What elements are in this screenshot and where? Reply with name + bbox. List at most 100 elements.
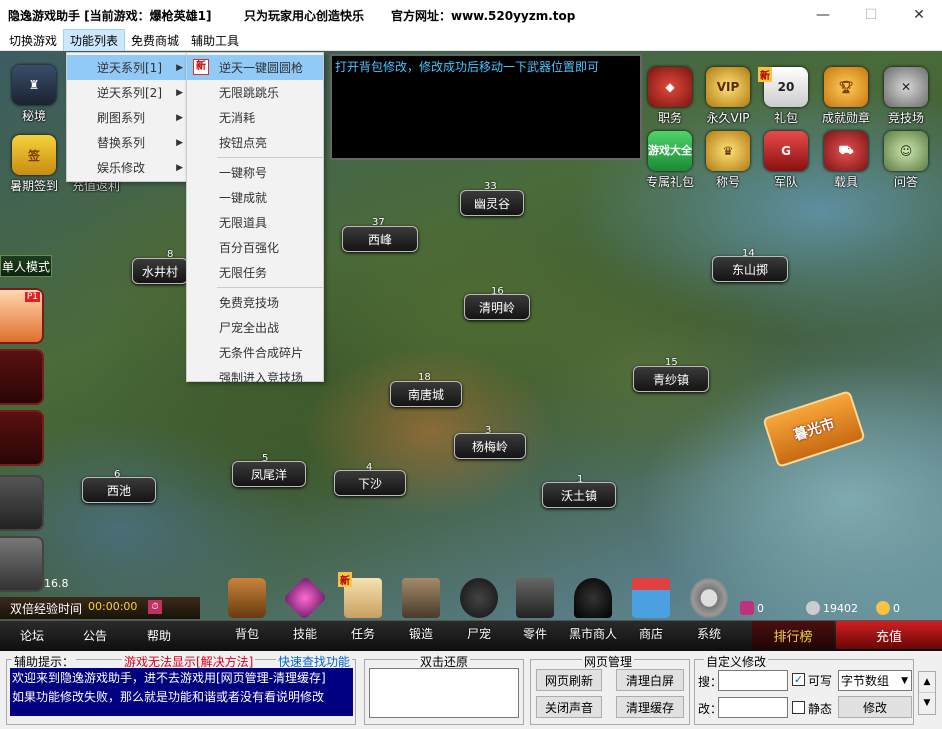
restore-list[interactable]	[369, 668, 519, 718]
chevron-up-icon[interactable]: ▲	[919, 672, 935, 693]
clear-white-screen-button[interactable]: 清理白屏	[616, 669, 684, 691]
edit-value-input[interactable]	[718, 697, 788, 718]
chevron-down-icon[interactable]: ▼	[919, 693, 935, 714]
submenu-item[interactable]: 按钮点亮	[187, 130, 323, 155]
zombie-icon: ☺	[884, 131, 928, 171]
spin-control[interactable]: ▲ ▼	[918, 671, 936, 715]
submenu-item[interactable]: 一键称号	[187, 160, 323, 185]
zombie-pet-label: 尸宠	[466, 627, 491, 641]
job-button[interactable]: ◆ 职务	[642, 67, 698, 129]
submenu-item[interactable]: 无限任务	[187, 260, 323, 285]
menu-item-label: 刷图系列	[97, 111, 146, 125]
exclusive-gift-label: 专属礼包	[645, 175, 694, 189]
map-node-label[interactable]: 幽灵谷	[460, 190, 524, 216]
map-node-label[interactable]: 凤尾洋	[232, 461, 306, 487]
map-node-label[interactable]: 西峰	[342, 226, 418, 252]
map-node-label[interactable]: 杨梅岭	[454, 433, 526, 459]
character-slot[interactable]	[0, 475, 44, 531]
empty-slot[interactable]	[0, 349, 44, 405]
vip-button[interactable]: VIP 永久VIP	[700, 67, 756, 129]
submenu-item[interactable]: 百分百强化	[187, 235, 323, 260]
forge-label: 锻造	[408, 627, 433, 641]
refresh-page-button[interactable]: 网页刷新	[536, 669, 602, 691]
bag-label: 背包	[234, 627, 259, 641]
submenu-item-label: 无条件合成碎片	[219, 346, 304, 360]
menu-free-mall[interactable]: 免费商城	[125, 30, 185, 51]
gift-button[interactable]: 20 新 礼包	[758, 67, 814, 129]
black-market-button[interactable]: 黑市商人	[566, 578, 620, 642]
static-checkbox[interactable]	[792, 701, 805, 714]
ranking-button[interactable]: 排行榜	[752, 621, 834, 649]
maximize-button[interactable]: ☐	[848, 0, 894, 30]
notice-tab[interactable]: 公告	[70, 622, 120, 648]
map-node-label[interactable]: 下沙	[334, 470, 406, 496]
system-button[interactable]: 系统	[682, 578, 736, 642]
hint-textarea[interactable]: 欢迎来到隐逸游戏助手，进不去游戏用[网页管理-清理缓存] 如果功能修改失败，那么…	[10, 668, 353, 716]
mute-button[interactable]: 关闭声音	[536, 696, 602, 718]
arena-button[interactable]: ✕ 竞技场	[878, 67, 934, 129]
submenu-item[interactable]: 一键成就	[187, 185, 323, 210]
empty-slot[interactable]	[0, 410, 44, 466]
zombie-pet-button[interactable]: 尸宠	[452, 578, 506, 642]
submenu-item[interactable]: 无条件合成碎片	[187, 340, 323, 365]
army-button[interactable]: G 军队	[758, 131, 814, 193]
submenu-item[interactable]: 尸宠全出战	[187, 315, 323, 340]
submenu-item[interactable]: 无限跳跳乐	[187, 80, 323, 105]
help-tab[interactable]: 帮助	[134, 622, 184, 648]
quiz-button[interactable]: ☺ 问答	[878, 131, 934, 193]
submenu-item[interactable]: 新 逆天一键圆圆枪	[187, 55, 323, 80]
clear-cache-button[interactable]: 清理缓存	[616, 696, 684, 718]
forum-tab[interactable]: 论坛	[10, 622, 54, 648]
recharge-button[interactable]: 充值	[836, 621, 942, 649]
submenu-item[interactable]: 无限道具	[187, 210, 323, 235]
achievement-button[interactable]: 🏆︎ 成就勋章	[818, 67, 874, 129]
player-avatar[interactable]: P1	[0, 288, 44, 344]
static-label: 静态	[808, 702, 833, 716]
menu-item-fun[interactable]: 娱乐修改 ▶	[67, 155, 189, 180]
exclusive-gift-button[interactable]: 游戏大全 专属礼包	[642, 131, 698, 193]
close-button[interactable]: ✕	[896, 0, 942, 30]
next-city-arrow[interactable]: 暮光市	[762, 390, 866, 468]
secret-realm-button[interactable]: ♜ 秘境	[6, 65, 62, 127]
summer-signin-button[interactable]: 签 暑期签到	[6, 135, 62, 197]
crown-icon: ♛	[706, 131, 750, 171]
menu-tools[interactable]: 辅助工具	[185, 30, 245, 51]
arena-label: 竞技场	[887, 111, 924, 125]
minimize-button[interactable]: —	[800, 0, 846, 30]
modify-button[interactable]: 修改	[838, 696, 912, 718]
submenu-item[interactable]: 免费竞技场	[187, 290, 323, 315]
menu-item-nitian-2[interactable]: 逆天系列[2] ▶	[67, 80, 189, 105]
map-node-label[interactable]: 东山掷	[712, 256, 788, 282]
bag-button[interactable]: 背包	[220, 578, 274, 642]
new-badge: 新	[758, 67, 772, 82]
map-node-label[interactable]: 沃土镇	[542, 482, 616, 508]
shop-button[interactable]: 商店	[624, 578, 678, 642]
map-node-label[interactable]: 南唐城	[390, 381, 462, 407]
forge-button[interactable]: 锻造	[394, 578, 448, 642]
currency-2-value: 19402	[823, 601, 858, 615]
menu-item-brush[interactable]: 刷图系列 ▶	[67, 105, 189, 130]
map-node-label[interactable]: 青纱镇	[633, 366, 709, 392]
writable-checkbox[interactable]: ✓	[792, 673, 805, 686]
map-node-label[interactable]: 水井村	[132, 258, 188, 284]
chevron-right-icon: ▶	[176, 112, 183, 123]
data-type-select[interactable]: 字节数组 ▼	[838, 670, 912, 691]
skill-button[interactable]: 技能	[278, 575, 332, 642]
chevron-right-icon: ▶	[176, 62, 183, 73]
search-value-input[interactable]	[718, 670, 788, 691]
submenu-item[interactable]: 强制进入竞技场	[187, 365, 323, 390]
title-button[interactable]: ♛ 称号	[700, 131, 756, 193]
menu-function-list[interactable]: 功能列表	[63, 28, 126, 52]
parts-button[interactable]: 零件	[508, 578, 562, 642]
submenu-item[interactable]: 无消耗	[187, 105, 323, 130]
map-node-label[interactable]: 清明岭	[464, 294, 530, 320]
task-button[interactable]: 新 任务	[336, 572, 390, 642]
menu-item-nitian-1[interactable]: 逆天系列[1] ▶	[67, 55, 189, 80]
vehicle-button[interactable]: ⛟ 载具	[818, 131, 874, 193]
map-node-label[interactable]: 西池	[82, 477, 156, 503]
skill-label: 技能	[292, 627, 317, 641]
menu-item-replace[interactable]: 替换系列 ▶	[67, 130, 189, 155]
submenu-item-label: 无限道具	[219, 216, 268, 230]
menu-switch-game[interactable]: 切换游戏	[3, 30, 63, 51]
single-mode-button[interactable]: 单人模式	[0, 255, 52, 277]
